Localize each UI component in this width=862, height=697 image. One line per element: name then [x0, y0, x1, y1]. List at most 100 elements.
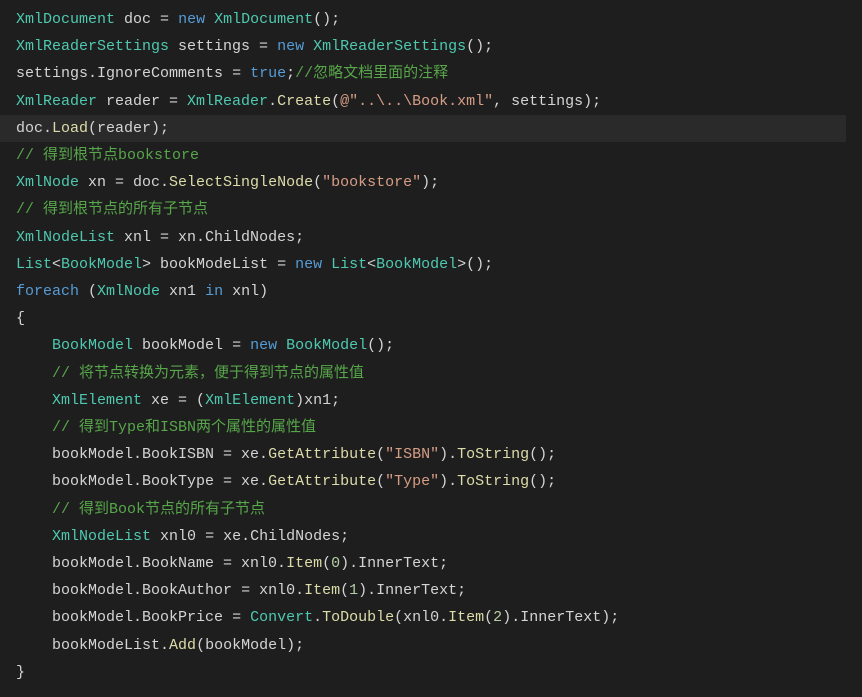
- code-token-method: SelectSingleNode: [169, 174, 313, 191]
- code-token-method: ToDouble: [322, 609, 394, 626]
- code-token-type: XmlNode: [16, 174, 79, 191]
- code-token-comment: // 得到Book节点的所有子节点: [52, 501, 265, 518]
- code-line[interactable]: // 将节点转换为元素，便于得到节点的属性值: [16, 365, 364, 382]
- code-token-punct: = (: [178, 392, 205, 409]
- code-token-ident: [16, 419, 52, 436]
- code-token-punct: {: [16, 310, 25, 327]
- code-token-punct: .BookName: [133, 555, 223, 572]
- code-token-kw: new: [250, 337, 277, 354]
- code-line[interactable]: XmlDocument doc = new XmlDocument();: [16, 11, 340, 28]
- code-token-punct: .BookType: [133, 473, 223, 490]
- code-line[interactable]: XmlNodeList xnl0 = xe.ChildNodes;: [16, 528, 349, 545]
- code-token-type: List: [16, 256, 52, 273]
- code-token-type: XmlElement: [52, 392, 142, 409]
- code-line[interactable]: XmlNode xn = doc.SelectSingleNode("books…: [16, 174, 439, 191]
- code-line[interactable]: settings.IgnoreComments = true;//忽略文档里面的…: [16, 65, 448, 82]
- code-token-kw: true: [250, 65, 286, 82]
- code-token-ident: bookModel: [16, 473, 133, 490]
- code-line[interactable]: BookModel bookModel = new BookModel();: [16, 337, 394, 354]
- code-token-num: 2: [493, 609, 502, 626]
- code-token-punct: .: [313, 609, 322, 626]
- code-token-ident: [16, 365, 52, 382]
- code-token-type: XmlDocument: [16, 11, 115, 28]
- code-token-punct: .: [43, 120, 52, 137]
- code-token-ident: bookModel: [16, 555, 133, 572]
- code-token-type: XmlDocument: [214, 11, 313, 28]
- code-token-punct: =: [169, 93, 187, 110]
- code-token-ident: bookModel: [16, 582, 133, 599]
- code-token-str: "Type": [385, 473, 439, 490]
- code-token-punct: =: [232, 65, 250, 82]
- code-token-punct: (: [79, 283, 97, 300]
- code-line[interactable]: bookModel.BookType = xe.GetAttribute("Ty…: [16, 473, 556, 490]
- code-token-ident: [16, 392, 52, 409]
- code-token-punct: = doc.: [115, 174, 169, 191]
- code-token-ident: [304, 38, 313, 55]
- code-token-punct: =: [232, 609, 250, 626]
- code-line[interactable]: bookModeList.Add(bookModel);: [16, 637, 304, 654]
- code-token-str: @"..\..\Book.xml": [340, 93, 493, 110]
- code-token-type: BookModel: [376, 256, 457, 273]
- code-token-punct: ();: [529, 473, 556, 490]
- code-token-ident: bookModel: [16, 446, 133, 463]
- code-line[interactable]: {: [16, 310, 25, 327]
- code-token-type: XmlNode: [97, 283, 160, 300]
- code-token-str: "bookstore": [322, 174, 421, 191]
- code-line[interactable]: XmlReader reader = XmlReader.Create(@"..…: [16, 93, 601, 110]
- code-line[interactable]: bookModel.BookISBN = xe.GetAttribute("IS…: [16, 446, 556, 463]
- code-line[interactable]: // 得到根节点的所有子节点: [16, 201, 208, 218]
- code-token-punct: (: [340, 582, 349, 599]
- code-token-method: Item: [286, 555, 322, 572]
- code-token-punct: =: [259, 38, 277, 55]
- code-line[interactable]: // 得到Type和ISBN两个属性的属性值: [16, 419, 316, 436]
- code-editor[interactable]: XmlDocument doc = new XmlDocument(); Xml…: [0, 0, 862, 697]
- code-token-punct: ).InnerText);: [502, 609, 619, 626]
- highlighted-code-line[interactable]: doc.Load(reader);: [0, 115, 846, 142]
- code-token-kw: new: [277, 38, 304, 55]
- code-token-punct: .: [268, 93, 277, 110]
- code-token-type: BookModel: [61, 256, 142, 273]
- code-token-ident: xn1: [160, 283, 205, 300]
- code-token-punct: =: [160, 11, 178, 28]
- code-token-punct: .BookPrice: [133, 609, 232, 626]
- code-line[interactable]: List<BookModel> bookModeList = new List<…: [16, 256, 493, 273]
- code-token-punct: ();: [529, 446, 556, 463]
- code-line[interactable]: bookModel.BookPrice = Convert.ToDouble(x…: [16, 609, 619, 626]
- code-token-ident: [277, 337, 286, 354]
- code-token-punct: )xn1;: [295, 392, 340, 409]
- code-token-comment: //忽略文档里面的注释: [295, 65, 448, 82]
- code-token-ident: xnl0: [151, 528, 205, 545]
- code-token-comment: // 得到根节点的所有子节点: [16, 201, 208, 218]
- code-line[interactable]: // 得到根节点bookstore: [16, 147, 199, 164]
- code-token-ident: bookModeList: [16, 637, 160, 654]
- code-token-punct: = xe.: [223, 446, 268, 463]
- code-token-num: 1: [349, 582, 358, 599]
- code-line[interactable]: bookModel.BookName = xnl0.Item(0).InnerT…: [16, 555, 448, 572]
- code-line[interactable]: foreach (XmlNode xn1 in xnl): [16, 283, 268, 300]
- code-token-num: 0: [331, 555, 340, 572]
- code-line[interactable]: bookModel.BookAuthor = xnl0.Item(1).Inne…: [16, 582, 466, 599]
- code-token-ident: xnl: [223, 283, 259, 300]
- code-token-punct: ).: [439, 446, 457, 463]
- code-token-type: BookModel: [52, 337, 133, 354]
- code-line[interactable]: // 得到Book节点的所有子节点: [16, 501, 265, 518]
- code-token-type: XmlNodeList: [16, 229, 115, 246]
- code-token-punct: =: [277, 256, 295, 273]
- code-line[interactable]: XmlReaderSettings settings = new XmlRead…: [16, 38, 493, 55]
- code-token-method: Add: [169, 637, 196, 654]
- code-token-type: XmlElement: [205, 392, 295, 409]
- code-token-punct: (: [313, 174, 322, 191]
- code-line[interactable]: XmlNodeList xnl = xn.ChildNodes;: [16, 229, 304, 246]
- code-token-kw: new: [178, 11, 205, 28]
- code-line[interactable]: XmlElement xe = (XmlElement)xn1;: [16, 392, 340, 409]
- code-token-ident: settings: [169, 38, 259, 55]
- code-token-punct: ;: [286, 65, 295, 82]
- code-token-method: GetAttribute: [268, 473, 376, 490]
- code-token-punct: (: [331, 93, 340, 110]
- code-token-kw: foreach: [16, 283, 79, 300]
- code-token-punct: (: [376, 473, 385, 490]
- code-token-punct: = xnl0.: [223, 555, 286, 572]
- code-line[interactable]: }: [16, 664, 25, 681]
- code-token-comment: // 得到根节点bookstore: [16, 147, 199, 164]
- code-token-punct: <: [52, 256, 61, 273]
